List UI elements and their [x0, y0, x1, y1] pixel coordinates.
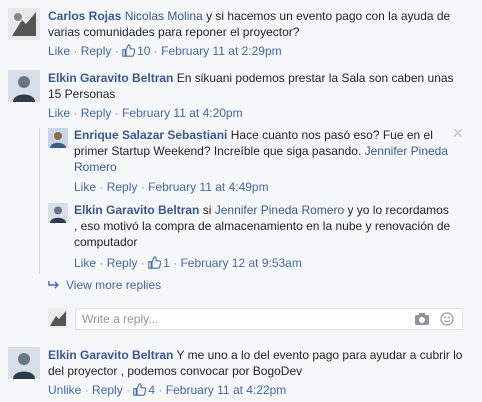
comment-author[interactable]: Elkin Garavito Beltran: [48, 71, 173, 85]
reply-link[interactable]: Reply: [92, 383, 123, 397]
avatar: [48, 308, 68, 328]
reply-composer[interactable]: [75, 308, 463, 330]
like-count[interactable]: 4: [133, 383, 155, 397]
like-count[interactable]: 1: [148, 256, 170, 270]
reply-link[interactable]: Reply: [107, 256, 138, 270]
reply-link[interactable]: Reply: [81, 44, 112, 58]
mention-link[interactable]: Nicolas Molina: [125, 9, 203, 23]
comment-text: Carlos Rojas Nicolas Molina y si hacemos…: [48, 8, 468, 40]
like-link[interactable]: Like: [74, 256, 96, 270]
avatar[interactable]: [48, 203, 68, 223]
comment-author[interactable]: Elkin Garavito Beltran: [48, 348, 173, 362]
comment-actions: Unlike · Reply · 4 · February 11 at 4:22…: [48, 383, 287, 397]
comment-actions: Like · Reply · 10 · February 11 at 2:29p…: [48, 44, 282, 58]
reply-author[interactable]: Enrique Salazar Sebastiani: [74, 128, 227, 142]
reply-author[interactable]: Elkin Garavito Beltran: [74, 203, 199, 217]
like-link[interactable]: Like: [48, 44, 70, 58]
thumbs-up-icon: [122, 44, 136, 57]
timestamp-link[interactable]: February 12 at 9:53am: [180, 256, 301, 270]
reply-arrow-icon: [48, 281, 59, 289]
like-count[interactable]: 10: [122, 44, 150, 58]
unlike-link[interactable]: Unlike: [48, 383, 81, 397]
reply-text: Elkin Garavito Beltran si Jennifer Pined…: [74, 203, 451, 249]
reply-link[interactable]: Reply: [81, 106, 112, 120]
avatar[interactable]: [8, 70, 40, 102]
timestamp-link[interactable]: February 11 at 4:20pm: [122, 106, 243, 120]
reply-actions: Like · Reply · February 11 at 4:49pm: [74, 180, 269, 194]
comment-author[interactable]: Carlos Rojas: [48, 9, 121, 23]
avatar[interactable]: [48, 128, 68, 148]
avatar[interactable]: [8, 347, 40, 379]
like-link[interactable]: Like: [48, 106, 70, 120]
reply-actions: Like · Reply · 1 · February 12 at 9:53am: [74, 256, 302, 270]
thumbs-up-icon: [148, 256, 162, 269]
comment-actions: Like · Reply · February 11 at 4:20pm: [48, 106, 243, 120]
reply-text: Enrique Salazar Sebastiani Hace cuanto n…: [74, 127, 454, 175]
thumbs-up-icon: [133, 383, 147, 396]
avatar[interactable]: [8, 8, 40, 40]
view-more-replies[interactable]: View more replies: [48, 278, 161, 292]
timestamp-link[interactable]: February 11 at 2:29pm: [161, 44, 282, 58]
thread-line: [39, 128, 40, 274]
emoji-icon[interactable]: [440, 312, 454, 326]
timestamp-link[interactable]: February 11 at 4:22pm: [166, 383, 287, 397]
timestamp-link[interactable]: February 11 at 4:49pm: [148, 180, 269, 194]
like-link[interactable]: Like: [74, 180, 96, 194]
camera-icon[interactable]: [414, 312, 430, 326]
comment-text: Elkin Garavito Beltran En sikuani podemo…: [48, 70, 468, 102]
reply-input[interactable]: [82, 311, 382, 327]
comment-text: Elkin Garavito Beltran Y me uno a lo del…: [48, 347, 468, 379]
reply-link[interactable]: Reply: [107, 180, 138, 194]
close-icon[interactable]: ✕: [452, 125, 464, 142]
mention-link[interactable]: Jennifer Pineda Romero: [215, 203, 344, 217]
